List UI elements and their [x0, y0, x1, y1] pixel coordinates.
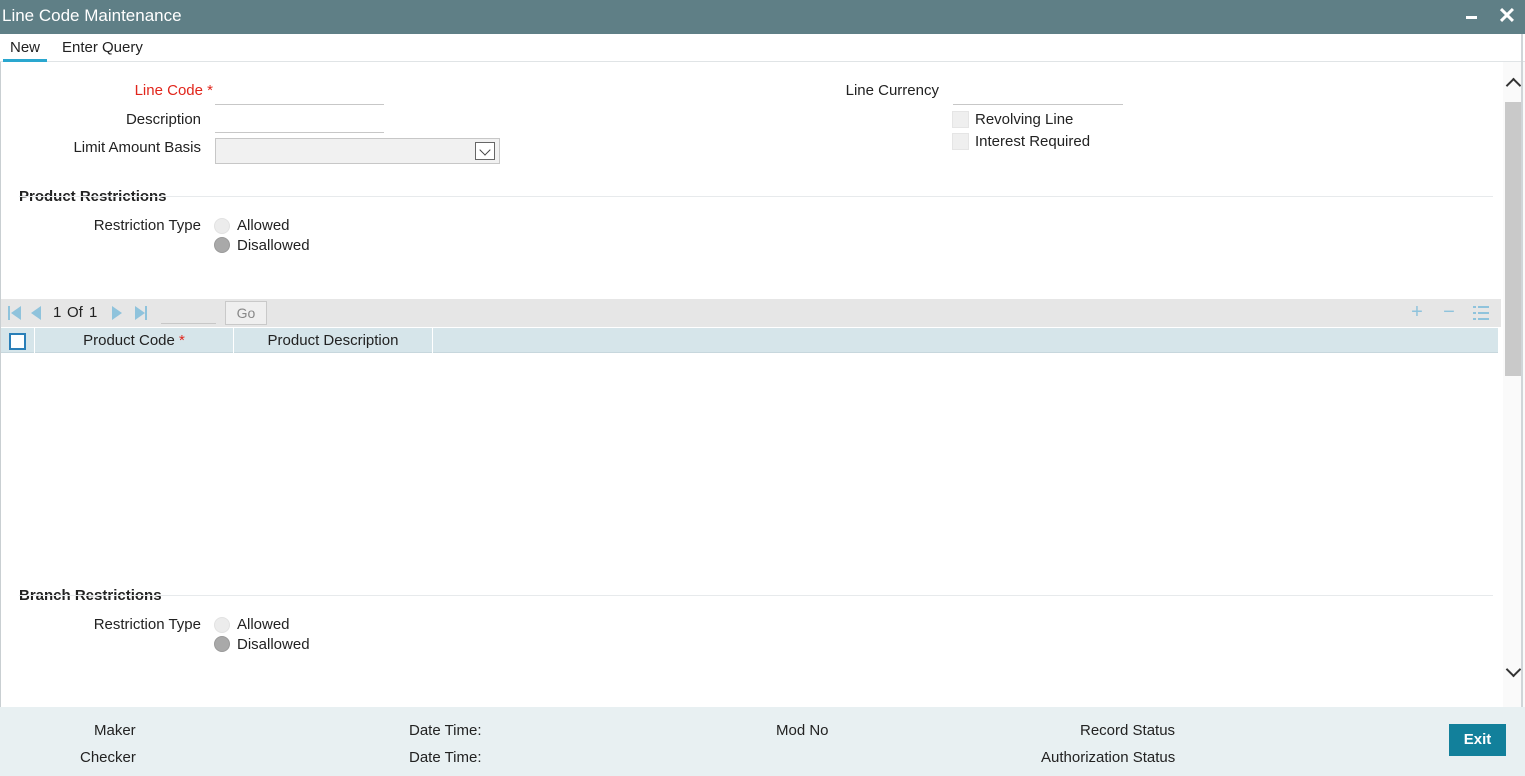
interest-required-label: Interest Required: [975, 133, 1091, 150]
maker-label: Maker: [94, 722, 136, 739]
window-titlebar: Line Code Maintenance ✕: [0, 0, 1525, 34]
product-disallowed-label: Disallowed: [237, 237, 310, 254]
audit-footer: Maker Checker Date Time: Date Time: Mod …: [0, 707, 1525, 776]
limit-amount-basis-select[interactable]: [215, 138, 500, 164]
record-status-label: Record Status: [1080, 722, 1176, 739]
required-marker: *: [179, 332, 185, 349]
add-row-icon[interactable]: +: [1408, 302, 1426, 322]
authorization-status-label: Authorization Status: [1041, 749, 1176, 766]
product-allowed-radio[interactable]: [214, 218, 230, 234]
grid-header: Product Code * Product Description: [1, 328, 1498, 353]
maker-date-time-label: Date Time:: [409, 722, 482, 739]
section-divider: [19, 595, 1493, 596]
mod-no-label: Mod No: [776, 722, 829, 739]
delete-row-icon[interactable]: −: [1440, 302, 1458, 322]
line-code-input[interactable]: [215, 81, 384, 105]
form-content: Line Code * Description Limit Amount Bas…: [0, 62, 1503, 707]
page-of: Of: [67, 304, 83, 321]
revolving-line-label: Revolving Line: [975, 111, 1074, 128]
close-icon[interactable]: ✕: [1496, 4, 1518, 28]
scroll-up-icon[interactable]: [1505, 77, 1522, 94]
product-restriction-type-label: Restriction Type: [93, 217, 201, 234]
interest-required-checkbox[interactable]: [952, 133, 969, 150]
line-code-label-wrap: Line Code *: [41, 82, 213, 99]
product-allowed-label: Allowed: [237, 217, 290, 234]
go-button[interactable]: Go: [225, 301, 267, 325]
scroll-thumb[interactable]: [1505, 102, 1522, 376]
description-input[interactable]: [215, 109, 384, 133]
line-code-label: Line Code: [134, 82, 203, 99]
tab-enter-query[interactable]: Enter Query: [62, 39, 143, 56]
section-divider: [19, 196, 1493, 197]
scroll-down-icon[interactable]: [1505, 661, 1522, 678]
window-edge: [1521, 34, 1523, 776]
page-number-input[interactable]: [161, 302, 216, 324]
branch-allowed-label: Allowed: [237, 616, 290, 633]
window-title: Line Code Maintenance: [2, 6, 182, 25]
exit-button[interactable]: Exit: [1449, 724, 1506, 756]
grid-toolbar: 1 Of 1 Go + −: [1, 299, 1501, 327]
checker-date-time-label: Date Time:: [409, 749, 482, 766]
checker-label: Checker: [80, 749, 136, 766]
single-view-icon[interactable]: [1473, 306, 1489, 320]
line-currency-label: Line Currency: [845, 82, 939, 99]
select-all-cell: [1, 328, 35, 353]
column-product-code[interactable]: Product Code *: [35, 328, 234, 353]
page-total: 1: [89, 304, 98, 321]
next-page-icon[interactable]: [112, 306, 122, 320]
page-current: 1: [53, 304, 62, 321]
action-tabbar: New Enter Query: [0, 34, 1525, 62]
chevron-down-icon[interactable]: [475, 142, 495, 160]
line-currency-input[interactable]: [953, 81, 1123, 105]
column-product-description[interactable]: Product Description: [234, 328, 433, 353]
tab-new[interactable]: New: [3, 39, 47, 62]
select-all-checkbox[interactable]: [9, 333, 26, 350]
required-marker: *: [207, 82, 213, 99]
branch-allowed-radio[interactable]: [214, 617, 230, 633]
revolving-line-checkbox[interactable]: [952, 111, 969, 128]
column-product-code-label: Product Code: [83, 332, 175, 349]
branch-restriction-type-label: Restriction Type: [93, 616, 201, 633]
product-disallowed-radio[interactable]: [214, 237, 230, 253]
limit-amount-basis-label: Limit Amount Basis: [73, 139, 201, 156]
minimize-icon[interactable]: [1462, 6, 1482, 26]
prev-page-icon[interactable]: [31, 306, 41, 320]
branch-disallowed-radio[interactable]: [214, 636, 230, 652]
description-label: Description: [125, 111, 201, 128]
branch-disallowed-label: Disallowed: [237, 636, 310, 653]
